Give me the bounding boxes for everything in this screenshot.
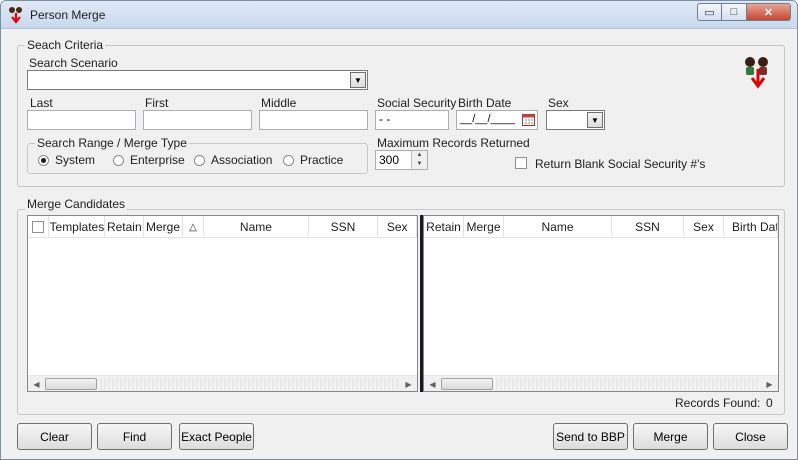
- col-ssn[interactable]: SSN: [309, 216, 379, 238]
- records-found-label: Records Found:: [675, 396, 761, 410]
- select-all-checkbox[interactable]: [32, 221, 45, 233]
- scroll-track[interactable]: [98, 378, 398, 390]
- scroll-right-icon[interactable]: ▶: [761, 376, 778, 391]
- col-merge[interactable]: Merge: [144, 216, 183, 238]
- exact-people-button[interactable]: Exact People: [179, 423, 254, 450]
- search-scenario-combo[interactable]: ▼: [27, 70, 368, 90]
- window-title: Person Merge: [30, 8, 106, 22]
- maximize-icon: □: [730, 6, 738, 18]
- left-grid-header: Templates Retain Merge △ Name SSN Sex: [28, 216, 417, 238]
- person-merge-icon: [9, 7, 22, 24]
- col-merge-right[interactable]: Merge: [464, 216, 504, 238]
- select-all-cell[interactable]: [28, 216, 50, 238]
- window-content: Seach Criteria Search Scenario ▼ Last Fi…: [1, 29, 797, 459]
- scroll-left-icon[interactable]: ◀: [424, 376, 441, 391]
- ssn-label: Social Security: [377, 96, 457, 110]
- scroll-left-icon[interactable]: ◀: [28, 376, 45, 391]
- first-name-input[interactable]: [143, 110, 252, 130]
- merge-candidates-legend: Merge Candidates: [25, 197, 128, 211]
- person-merge-window: Person Merge ▭ □ ✕ Seach Criteria Search…: [0, 0, 798, 460]
- middle-name-label: Middle: [261, 96, 297, 110]
- minimize-icon: ▭: [704, 6, 715, 19]
- col-sex-right[interactable]: Sex: [684, 216, 724, 238]
- last-name-input[interactable]: [27, 110, 136, 130]
- records-found-value: 0: [766, 396, 773, 410]
- clear-button[interactable]: Clear: [17, 423, 92, 450]
- search-criteria-legend: Seach Criteria: [25, 38, 106, 52]
- close-icon: ✕: [763, 6, 774, 19]
- radio-dot[interactable]: [194, 154, 205, 166]
- search-scenario-label: Search Scenario: [29, 56, 118, 70]
- max-records-spinner[interactable]: ▲ ▼: [411, 151, 427, 169]
- search-range-legend: Search Range / Merge Type: [35, 136, 189, 150]
- col-retain[interactable]: Retain: [105, 216, 145, 238]
- left-grid-hscrollbar[interactable]: ◀ ▶: [28, 375, 417, 391]
- radio-practice[interactable]: Practice: [283, 153, 343, 167]
- radio-dot[interactable]: [38, 154, 49, 166]
- col-name[interactable]: Name: [204, 216, 309, 238]
- chevron-down-icon[interactable]: ▼: [587, 112, 603, 128]
- calendar-icon[interactable]: [522, 113, 535, 126]
- radio-dot[interactable]: [283, 154, 294, 166]
- spin-down-icon[interactable]: ▼: [412, 160, 427, 169]
- middle-name-input[interactable]: [259, 110, 368, 130]
- scroll-track[interactable]: [494, 378, 760, 390]
- sex-label: Sex: [548, 96, 569, 110]
- radio-enterprise[interactable]: Enterprise: [113, 153, 185, 167]
- right-candidates-grid[interactable]: Retain Merge Name SSN Sex Birth Date ◀ ▶: [423, 215, 779, 392]
- col-sex[interactable]: Sex: [378, 216, 417, 238]
- minimize-button[interactable]: ▭: [697, 3, 722, 21]
- left-candidates-grid[interactable]: Templates Retain Merge △ Name SSN Sex ◀ …: [27, 215, 418, 392]
- merge-people-icon: [745, 57, 768, 89]
- col-birth-date-right[interactable]: Birth Date: [724, 216, 778, 238]
- scroll-thumb[interactable]: [441, 378, 493, 390]
- col-ssn-right[interactable]: SSN: [612, 216, 684, 238]
- maximize-button[interactable]: □: [722, 3, 747, 21]
- sex-combo[interactable]: ▼: [546, 110, 605, 130]
- col-templates[interactable]: Templates: [49, 216, 106, 238]
- send-to-bbp-button[interactable]: Send to BBP: [553, 423, 628, 450]
- find-button[interactable]: Find: [97, 423, 172, 450]
- close-window-button[interactable]: ✕: [747, 3, 791, 21]
- return-blank-ssn-checkbox[interactable]: [515, 157, 527, 169]
- scroll-right-icon[interactable]: ▶: [400, 376, 417, 391]
- return-blank-ssn-label: Return Blank Social Security #'s: [535, 157, 706, 171]
- max-records-label: Maximum Records Returned: [377, 136, 530, 150]
- right-grid-header: Retain Merge Name SSN Sex Birth Date: [424, 216, 778, 238]
- scroll-thumb[interactable]: [45, 378, 97, 390]
- col-retain-right[interactable]: Retain: [424, 216, 464, 238]
- birth-date-label: Birth Date: [458, 96, 512, 110]
- merge-button[interactable]: Merge: [633, 423, 708, 450]
- radio-association[interactable]: Association: [194, 153, 272, 167]
- last-name-label: Last: [30, 96, 53, 110]
- chevron-down-icon[interactable]: ▼: [350, 72, 366, 88]
- col-name-right[interactable]: Name: [504, 216, 612, 238]
- title-bar[interactable]: Person Merge ▭ □ ✕: [1, 1, 797, 29]
- first-name-label: First: [145, 96, 169, 110]
- ssn-input[interactable]: - -: [375, 110, 449, 130]
- spin-up-icon[interactable]: ▲: [412, 151, 427, 160]
- sort-indicator-icon[interactable]: △: [183, 216, 205, 238]
- close-button[interactable]: Close: [713, 423, 788, 450]
- right-grid-hscrollbar[interactable]: ◀ ▶: [424, 375, 778, 391]
- radio-dot[interactable]: [113, 154, 124, 166]
- birth-date-value: __/__/____: [460, 113, 516, 125]
- radio-system[interactable]: System: [38, 153, 95, 167]
